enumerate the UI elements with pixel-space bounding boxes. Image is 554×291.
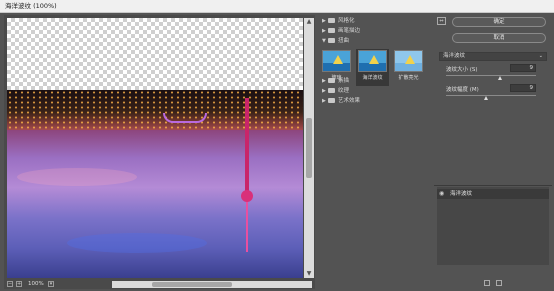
effect-layer-name: 海洋波纹 (450, 191, 473, 197)
thumbnail-image (322, 50, 351, 72)
water-reflection (17, 168, 137, 186)
folder-icon (328, 28, 335, 33)
thumbnail-diffuse-glow[interactable]: 扩散亮光 (392, 49, 425, 86)
zoom-level[interactable]: 100% (28, 279, 44, 289)
zoom-menu-icon[interactable]: ▾ (48, 281, 54, 287)
folder-open-icon (328, 38, 335, 43)
ripple-size-label: 波纹大小 (S) (446, 67, 478, 73)
plus-icon[interactable]: + (16, 281, 22, 287)
tower-shaft (245, 98, 249, 193)
filter-dropdown[interactable]: 海洋波纹 ⌄ (439, 52, 547, 61)
scroll-down-icon[interactable]: ▼ (304, 270, 314, 277)
ripple-size-slider-thumb[interactable] (497, 76, 502, 80)
category-label: 素描 (338, 78, 350, 84)
minus-icon[interactable]: − (7, 281, 13, 287)
folder-icon (328, 88, 335, 93)
preview-canvas[interactable] (7, 18, 303, 278)
tower-spire (246, 202, 248, 252)
ripple-size-input[interactable]: 9 (510, 64, 536, 72)
new-effect-layer-icon[interactable] (484, 280, 490, 286)
category-brush-strokes[interactable]: ▶ 画笔描边 (322, 27, 360, 36)
filter-gallery: ▶ 风格化 ▶ 画笔描边 ▼ 扭曲 玻璃 海洋波纹 扩散亮光 ▶ 素描 ▶ 纹理 ▶ 艺术效… (318, 15, 428, 279)
effect-layers-list: ◉ 海洋波纹 (437, 187, 549, 265)
thumbnail-ocean-ripple[interactable]: 海洋波纹 (356, 49, 389, 86)
ok-button[interactable]: 确定 (452, 17, 546, 27)
ripple-magnitude-input[interactable]: 9 (510, 84, 536, 92)
preview-panel: ▲ ▼ (4, 15, 315, 279)
category-label: 画笔描边 (338, 28, 361, 34)
folder-icon (328, 78, 335, 83)
ripple-magnitude-slider-thumb[interactable] (484, 96, 488, 100)
vertical-scroll-thumb[interactable] (306, 118, 312, 178)
thumbnail-image (394, 50, 423, 72)
filter-dropdown-value: 海洋波纹 (443, 53, 466, 59)
ripple-size-slider[interactable] (446, 75, 536, 76)
category-sketch[interactable]: ▶ 素描 (322, 77, 349, 86)
panel-divider (434, 185, 552, 186)
ship-shape (163, 113, 207, 123)
thumbnail-label: 海洋波纹 (362, 75, 383, 81)
ripple-magnitude-label: 波纹幅度 (M) (446, 87, 479, 93)
category-stylize[interactable]: ▶ 风格化 (322, 17, 355, 26)
folder-icon (328, 98, 335, 103)
cancel-button[interactable]: 取消 (452, 33, 546, 43)
transparency-checker (7, 18, 303, 90)
thumbnail-label: 扩散亮光 (398, 75, 419, 81)
category-artistic[interactable]: ▶ 艺术效果 (322, 97, 360, 106)
filter-settings-panel: ⇔ 确定 取消 海洋波纹 ⌄ 波纹大小 (S) 9 波纹幅度 (M) 9 ◉ 海… (434, 15, 552, 286)
category-label: 风格化 (338, 18, 355, 24)
delete-effect-layer-icon[interactable] (496, 280, 502, 286)
ripple-magnitude-slider[interactable] (446, 95, 536, 96)
effect-layer-row[interactable]: ◉ 海洋波纹 (437, 189, 549, 199)
tower-sphere (241, 190, 253, 202)
category-label: 扭曲 (338, 38, 350, 44)
category-distort[interactable]: ▼ 扭曲 (322, 37, 349, 46)
thumbnail-image (358, 50, 387, 72)
category-texture[interactable]: ▶ 纹理 (322, 87, 349, 96)
folder-icon (328, 18, 335, 23)
scroll-up-icon[interactable]: ▲ (304, 18, 314, 25)
eye-icon[interactable]: ◉ (439, 191, 444, 197)
horizontal-scroll-thumb[interactable] (152, 282, 232, 287)
preview-zoom-bar: − + 100% ▾ (4, 279, 315, 289)
chevron-down-icon: ⌄ (538, 53, 543, 59)
horizontal-scrollbar[interactable] (112, 281, 312, 288)
window-title: 海洋波纹 (100%) (0, 0, 554, 13)
collapse-panel-icon[interactable]: ⇔ (437, 17, 446, 25)
water-reflection (67, 233, 207, 253)
vertical-scrollbar[interactable]: ▲ ▼ (304, 18, 314, 278)
city-lights (7, 90, 303, 130)
category-label: 纹理 (338, 88, 350, 94)
category-label: 艺术效果 (338, 98, 361, 104)
